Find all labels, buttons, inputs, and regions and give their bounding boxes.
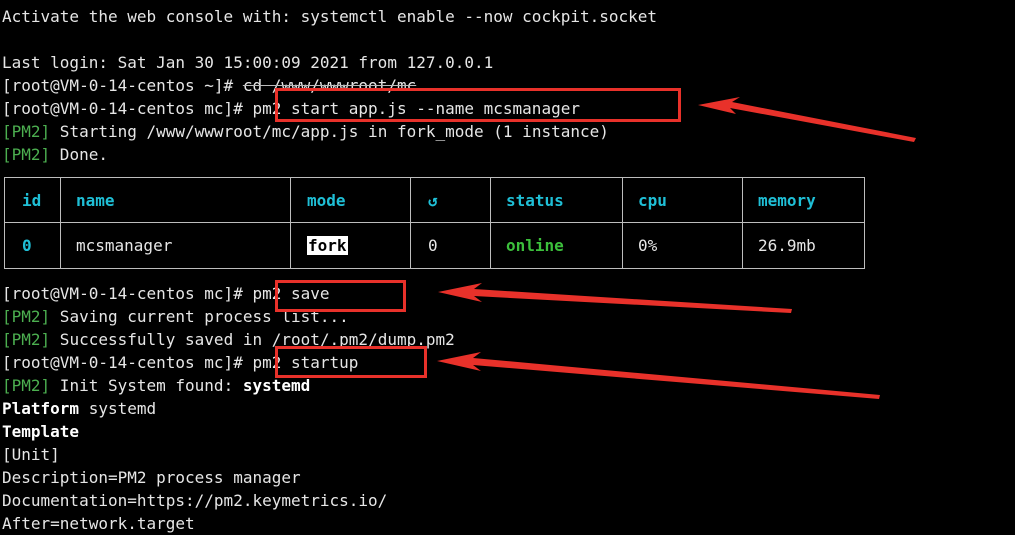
annotation-arrows [437,97,916,399]
arrow-pm2-save [438,283,792,313]
arrow-pm2-startup [437,352,880,399]
arrow-pm2-start [698,97,916,142]
